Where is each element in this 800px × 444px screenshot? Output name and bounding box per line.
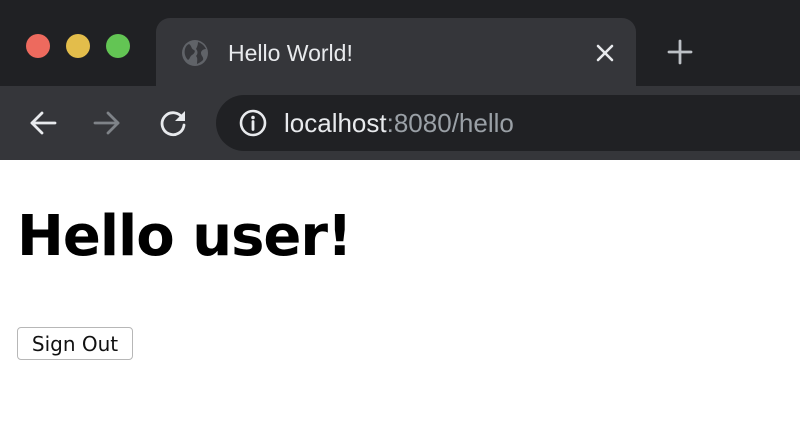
page-heading: Hello user! [17, 204, 353, 269]
globe-icon [180, 38, 210, 68]
plus-icon[interactable] [664, 36, 696, 68]
info-icon[interactable] [238, 108, 268, 138]
url-path: :8080/hello [386, 108, 514, 138]
page-content: Hello user! Sign Out [0, 160, 800, 444]
address-bar[interactable]: localhost:8080/hello [216, 95, 800, 151]
close-icon[interactable] [590, 38, 620, 68]
window-close-button[interactable] [26, 34, 50, 58]
tab-strip: Hello World! [0, 0, 800, 86]
reload-icon[interactable] [156, 106, 190, 140]
browser-window: Hello World! localhost:8080/hello Hello … [0, 0, 800, 444]
tab-title: Hello World! [228, 40, 353, 66]
url-host: localhost [284, 108, 387, 138]
back-arrow-icon[interactable] [26, 106, 60, 140]
window-minimize-button[interactable] [66, 34, 90, 58]
window-maximize-button[interactable] [106, 34, 130, 58]
sign-out-button[interactable]: Sign Out [17, 327, 133, 360]
browser-toolbar: localhost:8080/hello [0, 86, 800, 160]
forward-arrow-icon[interactable] [90, 106, 124, 140]
active-tab[interactable]: Hello World! [156, 18, 636, 86]
url-text: localhost:8080/hello [284, 106, 514, 140]
